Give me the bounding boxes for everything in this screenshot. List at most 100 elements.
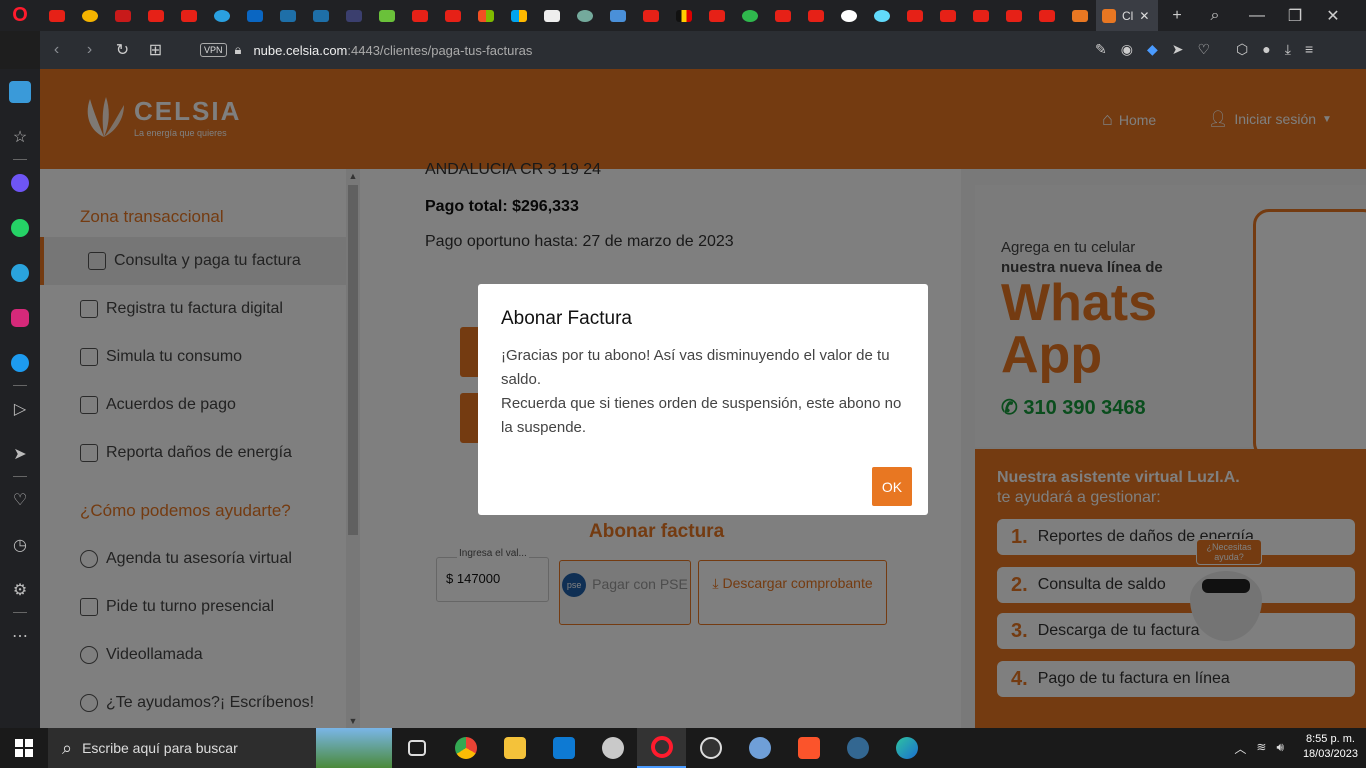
- tab-close-x-icon[interactable]: [337, 0, 370, 31]
- tab-youtube-icon[interactable]: [436, 0, 469, 31]
- r-icon[interactable]: [735, 728, 784, 768]
- tab-youtube-icon[interactable]: [964, 0, 997, 31]
- home-icon[interactable]: [0, 69, 40, 114]
- instagram-icon[interactable]: [0, 295, 40, 340]
- tab-celsia-icon[interactable]: [1063, 0, 1096, 31]
- tab-video-icon[interactable]: [271, 0, 304, 31]
- vpn-badge[interactable]: VPN: [200, 43, 227, 57]
- modal-body: ¡Gracias por tu abono! Así vas disminuye…: [501, 344, 911, 440]
- tab-microsoft-icon[interactable]: [469, 0, 502, 31]
- windows-taskbar: ⌕ Escribe aquí para buscar ︿ ≋ 🔊︎ 8:55 p…: [0, 728, 1366, 768]
- active-tab[interactable]: Cl ✕: [1096, 0, 1158, 31]
- modal-ok-button[interactable]: OK: [872, 467, 912, 506]
- chrome-icon[interactable]: [441, 728, 490, 768]
- maximize-button[interactable]: ❐: [1276, 0, 1314, 31]
- close-window-button[interactable]: ✕: [1314, 0, 1352, 31]
- tab-youtube-icon[interactable]: [997, 0, 1030, 31]
- lock-icon[interactable]: 🔒︎: [235, 42, 242, 58]
- tab-app-icon[interactable]: [601, 0, 634, 31]
- volume-icon[interactable]: 🔊︎: [1276, 740, 1284, 757]
- tab-youtube-icon[interactable]: [931, 0, 964, 31]
- player-icon[interactable]: ▷: [0, 386, 40, 431]
- more-icon[interactable]: ⋯: [0, 613, 40, 658]
- shield-icon[interactable]: ◆: [1147, 41, 1158, 58]
- tab-linkedin-icon[interactable]: [238, 0, 271, 31]
- box-icon[interactable]: ⬡: [1236, 41, 1248, 58]
- modal-title: Abonar Factura: [501, 308, 632, 329]
- tab-close-icon[interactable]: ✕: [1139, 9, 1149, 23]
- tab-youtube-icon[interactable]: [799, 0, 832, 31]
- tab-youtube-icon[interactable]: [766, 0, 799, 31]
- tab-youtube-icon[interactable]: [634, 0, 667, 31]
- browser-sidebar: ☆ ▷ ➤ ♡ ◷ ⚙ ⋯: [0, 69, 40, 728]
- send-icon[interactable]: ➤: [0, 431, 40, 476]
- heart-icon[interactable]: ♡: [0, 477, 40, 522]
- tab-microsoft-icon[interactable]: [502, 0, 535, 31]
- url-host: nube.celsia.com: [253, 42, 348, 58]
- tabs-grid-icon[interactable]: ⊞: [139, 40, 172, 60]
- tab-youtube-icon[interactable]: [172, 0, 205, 31]
- abonar-modal: Abonar Factura ¡Gracias por tu abono! As…: [478, 284, 928, 515]
- profile-avatar-icon[interactable]: ●: [1262, 41, 1270, 58]
- tab-chatgpt-icon[interactable]: [568, 0, 601, 31]
- network-icon[interactable]: ≋: [1256, 740, 1266, 757]
- obs-icon[interactable]: [686, 728, 735, 768]
- tab-youtube-icon[interactable]: [40, 0, 73, 31]
- windows-start-icon[interactable]: [0, 728, 48, 768]
- app-icon[interactable]: [588, 728, 637, 768]
- menu-icon[interactable]: ≡: [1305, 41, 1313, 58]
- celsia-favicon-icon: [1102, 8, 1116, 23]
- opera-logo-icon[interactable]: O: [0, 0, 40, 31]
- tab-sun-icon[interactable]: [73, 0, 106, 31]
- search-tabs-icon[interactable]: ⌕: [1196, 0, 1234, 31]
- tab-green-icon[interactable]: [733, 0, 766, 31]
- download-icon[interactable]: ⤓: [1285, 41, 1291, 58]
- tab-red-icon[interactable]: [106, 0, 139, 31]
- history-clock-icon[interactable]: ◷: [0, 522, 40, 567]
- brave-icon[interactable]: [784, 728, 833, 768]
- tab-youtube-icon[interactable]: [1030, 0, 1063, 31]
- whatsapp-icon[interactable]: [0, 205, 40, 250]
- tab-flag-icon[interactable]: [667, 0, 700, 31]
- heart-icon[interactable]: ♡: [1197, 41, 1210, 58]
- opera-icon[interactable]: [637, 728, 686, 768]
- tab-notion-icon[interactable]: [535, 0, 568, 31]
- modal-body-line2: Recuerda que si tienes orden de suspensi…: [501, 395, 902, 436]
- settings-gear-icon[interactable]: ⚙: [0, 567, 40, 612]
- tab-youtube-icon[interactable]: [898, 0, 931, 31]
- camera-icon[interactable]: ◉: [1121, 41, 1133, 58]
- url-field[interactable]: VPN 🔒︎ nube.celsia.com:4443/clientes/pag…: [180, 36, 1140, 64]
- active-tab-label: Cl: [1122, 8, 1134, 23]
- back-button[interactable]: ‹: [40, 41, 73, 59]
- search-highlight-image: [316, 728, 392, 768]
- taskbar-search-input[interactable]: ⌕ Escribe aquí para buscar: [48, 728, 392, 768]
- minimize-button[interactable]: —: [1238, 0, 1276, 31]
- windows-logo-icon: [15, 739, 33, 757]
- new-tab-button[interactable]: +: [1158, 0, 1196, 31]
- messenger-icon[interactable]: [0, 160, 40, 205]
- file-explorer-icon[interactable]: [490, 728, 539, 768]
- tab-github-icon[interactable]: [832, 0, 865, 31]
- reload-button[interactable]: ↻: [106, 40, 139, 60]
- system-clock[interactable]: 8:55 p. m. 18/03/2023: [1303, 732, 1358, 762]
- tab-youtube-icon[interactable]: [700, 0, 733, 31]
- twitter-icon[interactable]: [0, 340, 40, 385]
- send-icon[interactable]: ➤: [1172, 41, 1184, 58]
- tab-video-icon[interactable]: [304, 0, 337, 31]
- telegram-icon[interactable]: [0, 250, 40, 295]
- chevron-up-icon[interactable]: ︿: [1234, 740, 1246, 757]
- search-placeholder: Escribe aquí para buscar: [82, 740, 238, 756]
- task-view-icon[interactable]: [392, 728, 441, 768]
- postgres-icon[interactable]: [833, 728, 882, 768]
- browser-tab-bar: O Cl ✕ + ⌕ — ❐ ✕: [0, 0, 1366, 31]
- tab-youtube-icon[interactable]: [139, 0, 172, 31]
- tab-green-icon[interactable]: [370, 0, 403, 31]
- vscode-icon[interactable]: [539, 728, 588, 768]
- forward-button[interactable]: ›: [73, 41, 106, 59]
- edge-icon[interactable]: [882, 728, 931, 768]
- bookmarks-star-icon[interactable]: ☆: [0, 114, 40, 159]
- tab-app-icon[interactable]: [205, 0, 238, 31]
- tab-react-icon[interactable]: [865, 0, 898, 31]
- tab-youtube-icon[interactable]: [403, 0, 436, 31]
- edit-icon[interactable]: ✎: [1095, 41, 1107, 58]
